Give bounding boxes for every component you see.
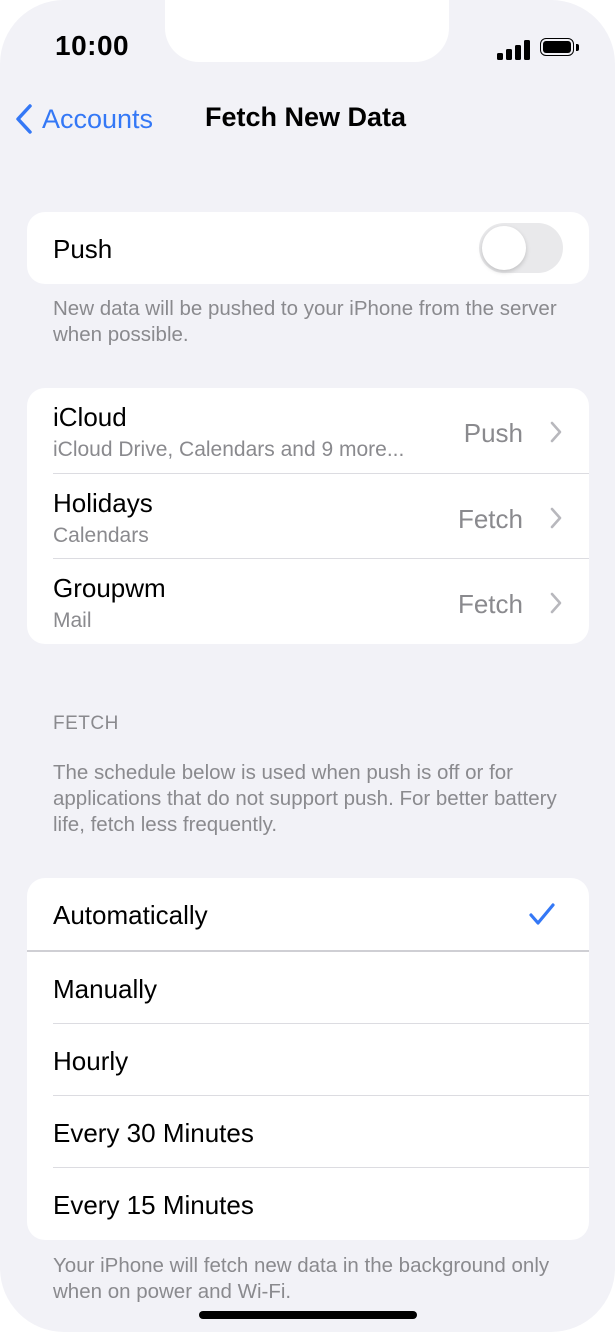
option-label: Hourly <box>53 1046 129 1076</box>
account-fetch-value: Fetch <box>457 504 523 534</box>
notch <box>165 0 449 62</box>
account-row-groupwm[interactable]: Groupwm Mail Fetch <box>27 559 589 644</box>
fetch-section-header: FETCH <box>53 713 119 734</box>
push-group: Push <box>27 212 589 284</box>
push-footer: New data will be pushed to your iPhone f… <box>53 297 557 346</box>
chevron-right-icon <box>550 421 562 443</box>
back-button-label: Accounts <box>42 103 154 134</box>
fetch-options-group: Automatically Manually Hourly Every 30 M… <box>27 878 589 1240</box>
option-label: Every 15 Minutes <box>53 1190 254 1220</box>
home-indicator[interactable] <box>199 1311 417 1319</box>
back-button[interactable]: Accounts <box>14 100 153 138</box>
push-toggle[interactable] <box>479 223 563 273</box>
account-detail: Mail <box>53 609 92 632</box>
toggle-knob <box>482 226 526 270</box>
chevron-right-icon <box>550 592 562 614</box>
account-row-icloud[interactable]: iCloud iCloud Drive, Calendars and 9 mor… <box>27 388 589 473</box>
accounts-group: iCloud iCloud Drive, Calendars and 9 mor… <box>27 388 589 644</box>
signal-icon <box>497 38 531 60</box>
account-detail: Calendars <box>53 524 149 547</box>
option-manually[interactable]: Manually <box>27 952 589 1023</box>
account-row-holidays[interactable]: Holidays Calendars Fetch <box>27 474 589 559</box>
fetch-description: The schedule below is used when push is … <box>53 761 557 836</box>
account-name: iCloud <box>53 402 127 432</box>
account-fetch-value: Fetch <box>457 589 523 619</box>
option-automatically[interactable]: Automatically <box>27 878 589 950</box>
page-title: Fetch New Data <box>205 102 407 132</box>
account-detail: iCloud Drive, Calendars and 9 more... <box>53 438 405 461</box>
option-hourly[interactable]: Hourly <box>27 1024 589 1095</box>
battery-icon <box>540 38 580 58</box>
account-name: Groupwm <box>53 573 166 603</box>
option-label: Automatically <box>53 900 208 930</box>
push-label: Push <box>53 234 113 264</box>
option-every-15-minutes[interactable]: Every 15 Minutes <box>27 1168 589 1240</box>
chevron-right-icon <box>550 507 562 529</box>
account-name: Holidays <box>53 488 153 518</box>
option-every-30-minutes[interactable]: Every 30 Minutes <box>27 1096 589 1167</box>
account-fetch-value: Push <box>463 418 523 448</box>
fetch-footer: Your iPhone will fetch new data in the b… <box>53 1254 550 1303</box>
status-time: 10:00 <box>55 30 130 61</box>
checkmark-icon <box>529 903 555 925</box>
option-label: Manually <box>53 974 158 1004</box>
phone-screen: 10:00 Accounts Fetch New Data Push New d… <box>0 0 615 1332</box>
option-label: Every 30 Minutes <box>53 1118 254 1148</box>
chevron-left-icon <box>16 104 32 134</box>
